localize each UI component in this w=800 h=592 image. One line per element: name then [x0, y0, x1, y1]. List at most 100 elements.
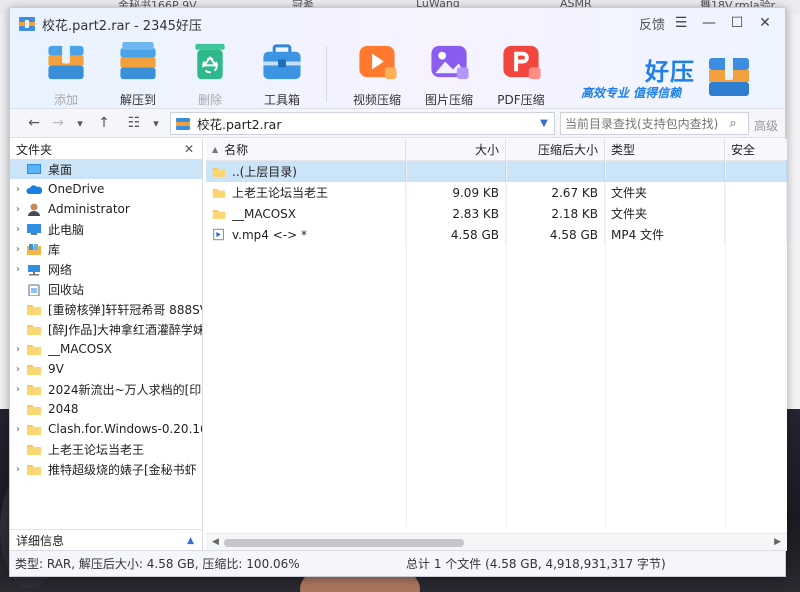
- toolbox-button[interactable]: 工具箱: [246, 38, 318, 108]
- up-folder-button[interactable]: ↑: [94, 113, 114, 133]
- search-input[interactable]: [561, 116, 723, 131]
- tree-item[interactable]: › Administrator: [10, 199, 202, 219]
- column-name[interactable]: ▲ 名称: [206, 139, 406, 160]
- feedback-button[interactable]: 反馈: [637, 12, 667, 34]
- recycle-bin-icon: [26, 282, 42, 297]
- folder-tree-header: 文件夹 ✕: [10, 139, 202, 159]
- window-title: 校花.part2.rar - 2345好压: [42, 19, 202, 34]
- file-packed-size: 2.18 KB: [506, 203, 605, 224]
- search-icon[interactable]: ⌕: [723, 116, 743, 131]
- tree-item[interactable]: › 网络: [10, 259, 202, 279]
- history-dropdown[interactable]: ▾: [70, 113, 90, 133]
- maximize-button[interactable]: ☐: [723, 12, 751, 34]
- close-panel-icon[interactable]: ✕: [184, 142, 194, 156]
- file-security: [725, 182, 787, 203]
- view-mode-dropdown[interactable]: ▾: [146, 113, 166, 133]
- delete-button[interactable]: 删除: [174, 38, 246, 108]
- image-compress-button[interactable]: 图片压缩: [413, 38, 485, 108]
- recycle-delete-icon: [195, 43, 225, 80]
- add-button[interactable]: 添加: [30, 38, 102, 108]
- address-bar[interactable]: 校花.part2.rar ▼: [170, 112, 555, 135]
- expand-chevron-icon[interactable]: ›: [10, 244, 26, 255]
- file-size: [406, 161, 506, 182]
- expand-chevron-icon[interactable]: ›: [10, 204, 26, 215]
- folder-icon: [26, 402, 42, 416]
- file-row[interactable]: ..(上层目录): [206, 161, 787, 182]
- expand-chevron-icon[interactable]: ›: [10, 264, 26, 275]
- tree-item[interactable]: 上老王论坛当老王: [10, 439, 202, 459]
- extract-to-icon: [120, 41, 156, 80]
- tree-item[interactable]: [重磅核弹]轩轩冠希哥 888SV: [10, 299, 202, 319]
- scroll-right-icon[interactable]: ▶: [774, 537, 781, 547]
- expand-chevron-icon[interactable]: ›: [10, 364, 26, 375]
- details-bar[interactable]: 详细信息 ▲: [10, 529, 202, 551]
- column-type[interactable]: 类型: [605, 139, 725, 160]
- navigation-bar: ← → ▾ ↑ ☷ ▾ 校花.part2.rar ▼ ⌕ 高级: [10, 108, 785, 138]
- expand-chevron-icon[interactable]: ›: [10, 464, 26, 475]
- tree-item-label: 2048: [48, 402, 79, 416]
- view-mode-button[interactable]: ☷: [124, 113, 144, 133]
- column-packed-size[interactable]: 压缩后大小: [506, 139, 605, 160]
- tree-item[interactable]: › 库: [10, 239, 202, 259]
- archive-file-icon: [176, 117, 190, 130]
- address-dropdown-icon[interactable]: ▼: [534, 118, 554, 129]
- tree-item[interactable]: 2048: [10, 399, 202, 419]
- folder-icon: [26, 302, 42, 316]
- file-size: 2.83 KB: [406, 203, 506, 224]
- horizontal-scrollbar[interactable]: ◀ ▶: [206, 533, 787, 551]
- back-button[interactable]: ←: [24, 113, 44, 133]
- close-button[interactable]: ✕: [751, 12, 779, 34]
- menu-icon[interactable]: ☰: [667, 12, 695, 34]
- tree-item[interactable]: › __MACOSX: [10, 339, 202, 359]
- tree-item[interactable]: › 此电脑: [10, 219, 202, 239]
- scrollbar-thumb[interactable]: [224, 539, 464, 547]
- tree-item[interactable]: [醉J作品]大神拿红酒灌醉学妹: [10, 319, 202, 339]
- forward-button[interactable]: →: [48, 113, 68, 133]
- expand-chevron-icon[interactable]: ›: [10, 424, 26, 435]
- file-row[interactable]: __MACOSX 2.83 KB 2.18 KB 文件夹: [206, 203, 787, 224]
- advanced-search-link[interactable]: 高级: [754, 117, 778, 134]
- column-size[interactable]: 大小: [406, 139, 506, 160]
- desktop-icon: [26, 162, 42, 176]
- app-window: 校花.part2.rar - 2345好压 反馈 ☰ — ☐ ✕ 添加 解压到 …: [9, 7, 787, 577]
- column-security[interactable]: 安全: [725, 139, 787, 160]
- file-row[interactable]: v.mp4 <-> * 4.58 GB 4.58 GB MP4 文件: [206, 224, 787, 245]
- background-left: [0, 14, 9, 409]
- file-security: [725, 203, 787, 224]
- expand-chevron-icon[interactable]: ›: [10, 224, 26, 235]
- folder-icon: [26, 442, 42, 456]
- folder-icon: [26, 462, 42, 476]
- file-row[interactable]: 上老王论坛当老王 9.09 KB 2.67 KB 文件夹: [206, 182, 787, 203]
- file-list-panel: ▲ 名称 大小 压缩后大小 类型 安全 ..(上层目录) 上老王论坛当老王 9.09…: [206, 139, 787, 551]
- tree-item[interactable]: 回收站: [10, 279, 202, 299]
- collapse-up-icon[interactable]: ▲: [187, 536, 194, 546]
- folder-icon: [26, 342, 42, 356]
- image-compress-icon: [431, 45, 469, 80]
- file-packed-size: 4.58 GB: [506, 224, 605, 245]
- tree-item[interactable]: › 2024新流出~万人求档的[印: [10, 379, 202, 399]
- expand-chevron-icon[interactable]: ›: [10, 384, 26, 395]
- tree-item[interactable]: › OneDrive: [10, 179, 202, 199]
- brand-name: 好压: [645, 58, 695, 86]
- video-compress-button[interactable]: 视频压缩: [341, 38, 413, 108]
- scroll-left-icon[interactable]: ◀: [212, 537, 219, 547]
- tree-item[interactable]: › 推特超级烧的婊子[金秘书虾: [10, 459, 202, 479]
- file-rows: ..(上层目录) 上老王论坛当老王 9.09 KB 2.67 KB 文件夹 __MACOS…: [206, 161, 787, 245]
- tree-item[interactable]: › 9V: [10, 359, 202, 379]
- file-name-text: v.mp4 <-> *: [232, 227, 307, 242]
- expand-chevron-icon[interactable]: ›: [10, 184, 26, 195]
- toolbox-label: 工具箱: [263, 93, 300, 107]
- delete-label: 删除: [197, 93, 222, 107]
- pdf-compress-button[interactable]: PDF压缩: [485, 38, 557, 108]
- file-type: 文件夹: [605, 182, 725, 203]
- add-label: 添加: [53, 93, 78, 107]
- extract-to-button[interactable]: 解压到: [102, 38, 174, 108]
- tree-item[interactable]: › Clash.for.Windows-0.20.16: [10, 419, 202, 439]
- user-icon: [26, 202, 42, 216]
- minimize-button[interactable]: —: [695, 12, 723, 34]
- expand-chevron-icon[interactable]: ›: [10, 344, 26, 355]
- file-security: [725, 224, 787, 245]
- tree-item[interactable]: 桌面: [10, 159, 202, 179]
- file-name: ..(上层目录): [206, 161, 406, 182]
- status-archive-info: 类型: RAR, 解压后大小: 4.58 GB, 压缩比: 100.06%: [15, 557, 300, 571]
